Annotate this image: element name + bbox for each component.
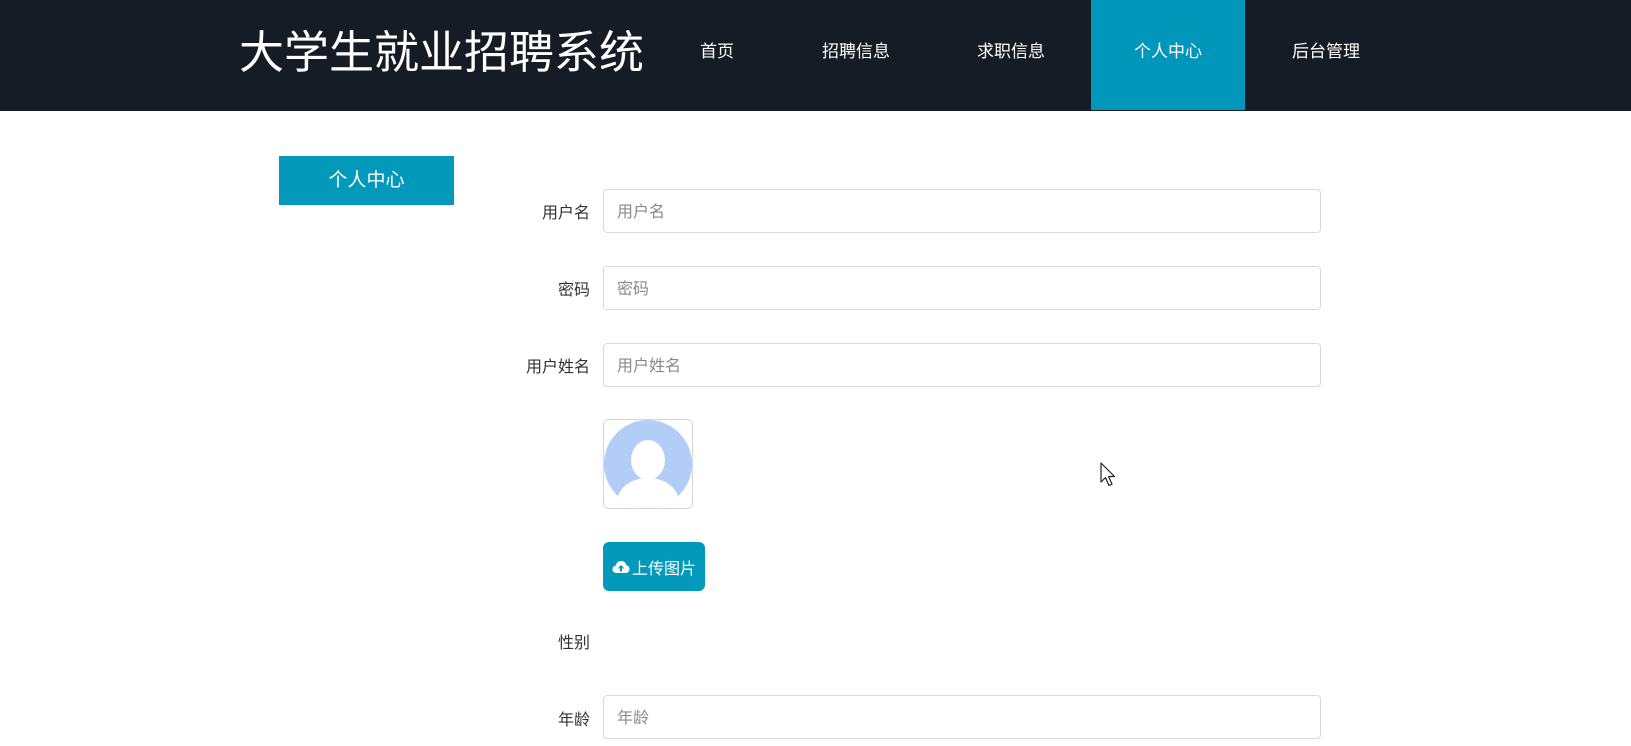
mouse-cursor-icon: [1100, 462, 1116, 487]
upload-image-button[interactable]: 上传图片: [603, 542, 705, 591]
nav-home[interactable]: 首页: [667, 0, 767, 110]
top-header: 大学生就业招聘系统 首页 招聘信息 求职信息 个人中心 后台管理: [0, 0, 1631, 111]
gender-label: 性别: [557, 633, 590, 652]
age-label: 年龄: [557, 710, 590, 729]
site-title: 大学生就业招聘系统: [239, 26, 645, 79]
real-name-label: 用户姓名: [525, 357, 590, 376]
sidebar-personal-center-button[interactable]: 个人中心: [279, 156, 454, 205]
real-name-input[interactable]: [603, 343, 1321, 387]
password-input[interactable]: [603, 266, 1321, 310]
username-label: 用户名: [541, 203, 590, 222]
nav-job-seeking[interactable]: 求职信息: [951, 0, 1071, 110]
username-input[interactable]: [603, 189, 1321, 233]
nav-admin[interactable]: 后台管理: [1266, 0, 1386, 110]
nav-job-postings[interactable]: 招聘信息: [796, 0, 916, 110]
password-label: 密码: [557, 280, 590, 299]
nav-personal-center[interactable]: 个人中心: [1091, 0, 1245, 110]
default-user-avatar-icon: [604, 420, 692, 508]
avatar-preview[interactable]: [603, 419, 693, 509]
upload-button-label: 上传图片: [631, 558, 696, 578]
age-input[interactable]: [603, 695, 1321, 739]
cloud-upload-icon: [612, 560, 630, 573]
